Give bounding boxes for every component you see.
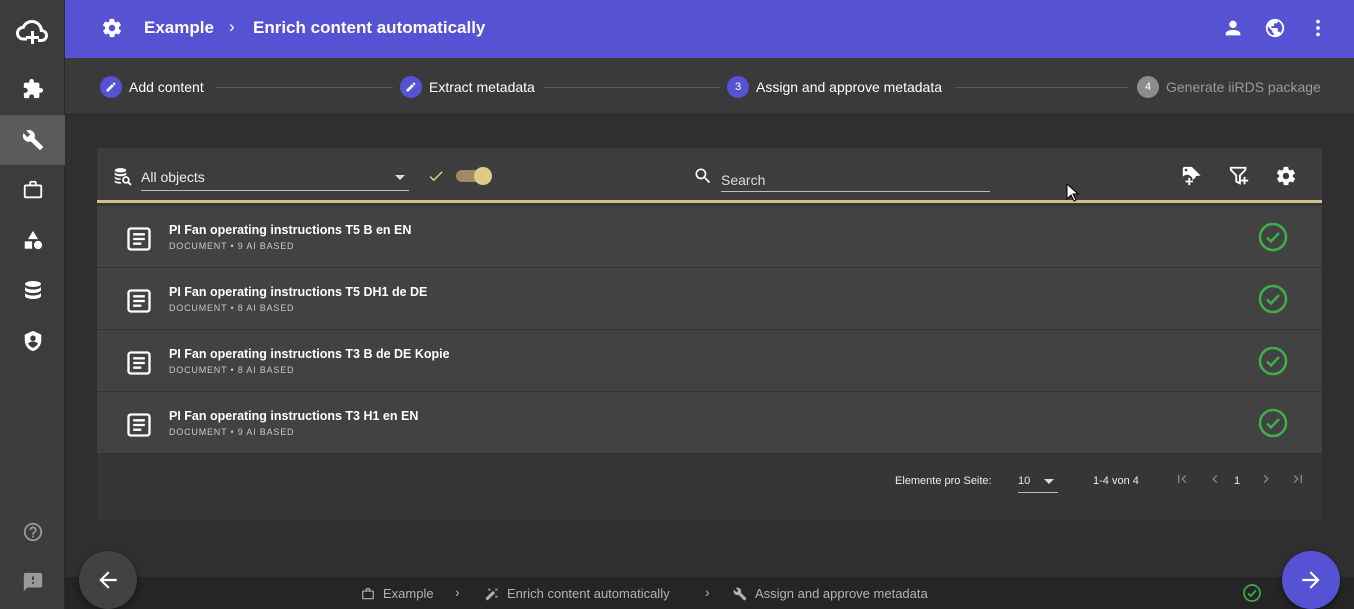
search-input[interactable] xyxy=(721,166,990,192)
wrench-icon xyxy=(733,587,747,600)
briefcase-icon xyxy=(362,587,374,599)
edit-icon xyxy=(100,76,122,98)
first-page-icon[interactable] xyxy=(1174,471,1190,487)
item-title: PI Fan operating instructions T3 B de DE… xyxy=(169,347,450,361)
arrow-right-icon xyxy=(1302,571,1320,589)
document-icon xyxy=(127,351,151,375)
database-icon[interactable] xyxy=(0,266,65,316)
step-generate-package[interactable]: 4 Generate iiRDS package xyxy=(1137,76,1321,98)
object-filter-value: All objects xyxy=(141,169,205,185)
last-page-icon[interactable] xyxy=(1290,471,1306,487)
workflow-stepper: Add content Extract metadata 3 Assign an… xyxy=(65,58,1354,115)
breadcrumb-separator: › xyxy=(455,584,460,600)
step-number: 3 xyxy=(727,76,749,98)
step-label: Extract metadata xyxy=(429,79,535,95)
briefcase-icon[interactable] xyxy=(0,165,65,215)
list-item[interactable]: PI Fan operating instructions T3 B de DE… xyxy=(97,330,1322,392)
step-connector xyxy=(216,87,393,88)
breadcrumb-label: Assign and approve metadata xyxy=(755,586,928,601)
breadcrumb-label: Example xyxy=(383,586,434,601)
search-icon xyxy=(695,168,711,184)
help-icon[interactable] xyxy=(0,507,65,557)
breadcrumb-project[interactable]: Example xyxy=(361,586,434,601)
list-item[interactable]: PI Fan operating instructions T5 B en EN… xyxy=(97,206,1322,268)
breadcrumb-label: Enrich content automatically xyxy=(507,586,670,601)
cloud-add-icon[interactable] xyxy=(0,0,65,64)
step-extract-metadata[interactable]: Extract metadata xyxy=(400,76,535,98)
page-size-value: 10 xyxy=(1018,475,1031,487)
more-vert-icon[interactable] xyxy=(1307,17,1329,39)
account-icon[interactable] xyxy=(1222,17,1244,39)
list-item[interactable]: PI Fan operating instructions T5 DH1 de … xyxy=(97,268,1322,330)
breadcrumb-current-step: Assign and approve metadata xyxy=(733,586,928,601)
header-project-link[interactable]: Example xyxy=(144,18,214,38)
step-connector xyxy=(544,87,720,88)
breadcrumb-separator: › xyxy=(705,584,710,600)
object-filter-select[interactable]: All objects xyxy=(141,166,409,191)
document-icon xyxy=(127,413,151,437)
check-circle-icon xyxy=(1243,584,1261,602)
next-page-icon[interactable] xyxy=(1258,471,1274,487)
item-title: PI Fan operating instructions T5 B en EN xyxy=(169,223,412,237)
item-title: PI Fan operating instructions T5 DH1 de … xyxy=(169,285,428,299)
chevron-down-icon xyxy=(1044,479,1054,484)
settings-gear-icon[interactable] xyxy=(1275,165,1297,187)
item-subtitle: DOCUMENT • 9 AI BASED xyxy=(169,427,295,437)
document-icon xyxy=(127,289,151,313)
check-icon xyxy=(429,171,443,182)
list-item[interactable]: PI Fan operating instructions T3 H1 en E… xyxy=(97,392,1322,454)
chevron-down-icon xyxy=(395,175,405,180)
approved-toggle[interactable] xyxy=(456,167,492,185)
check-circle-icon[interactable] xyxy=(1258,346,1288,376)
wrench-icon[interactable] xyxy=(0,115,65,165)
item-subtitle: DOCUMENT • 8 AI BASED xyxy=(169,303,295,313)
breadcrumb-workflow[interactable]: Enrich content automatically xyxy=(485,586,670,601)
check-circle-icon[interactable] xyxy=(1258,408,1288,438)
back-button[interactable] xyxy=(79,551,137,609)
step-assign-approve[interactable]: 3 Assign and approve metadata xyxy=(727,76,942,98)
step-number: 4 xyxy=(1137,76,1159,98)
extensions-icon[interactable] xyxy=(0,64,65,114)
step-connector xyxy=(955,87,1128,88)
check-circle-icon[interactable] xyxy=(1258,222,1288,252)
bottom-breadcrumb: Example › Enrich content automatically ›… xyxy=(65,577,1354,609)
security-shield-icon[interactable] xyxy=(0,316,65,366)
page-size-label: Elemente pro Seite: xyxy=(895,475,992,487)
edit-icon xyxy=(400,76,422,98)
shapes-icon[interactable] xyxy=(0,215,65,265)
page-size-select[interactable]: 10 xyxy=(1018,473,1058,493)
item-title: PI Fan operating instructions T3 H1 en E… xyxy=(169,409,419,423)
step-label: Assign and approve metadata xyxy=(756,79,943,95)
next-button[interactable] xyxy=(1282,551,1340,609)
step-add-content[interactable]: Add content xyxy=(100,76,204,98)
page-title: Enrich content automatically xyxy=(253,18,486,37)
item-subtitle: DOCUMENT • 9 AI BASED xyxy=(169,241,295,251)
step-label: Generate iiRDS package xyxy=(1166,79,1321,95)
filter-add-icon[interactable] xyxy=(1228,165,1250,187)
app-header: Example › Enrich content automatically xyxy=(65,0,1354,58)
check-circle-icon[interactable] xyxy=(1258,284,1288,314)
mouse-cursor-icon xyxy=(1066,183,1079,202)
gear-icon[interactable] xyxy=(101,17,123,39)
paginator: Elemente pro Seite: 10 1-4 von 4 1 xyxy=(97,455,1322,505)
item-subtitle: DOCUMENT • 8 AI BASED xyxy=(169,365,295,375)
globe-icon[interactable] xyxy=(1264,17,1286,39)
feedback-icon[interactable] xyxy=(0,557,65,607)
database-search-icon xyxy=(114,168,132,186)
magic-wand-icon xyxy=(485,587,498,600)
toggle-knob xyxy=(474,167,492,185)
tag-add-icon[interactable] xyxy=(1181,165,1203,187)
previous-page-icon[interactable] xyxy=(1207,471,1223,487)
document-icon xyxy=(127,227,151,251)
header-separator: › xyxy=(229,17,235,36)
current-page: 1 xyxy=(1234,475,1241,487)
step-label: Add content xyxy=(129,79,204,95)
content-card: All objects PI Fan operating instruction… xyxy=(97,148,1322,520)
page-range: 1-4 von 4 xyxy=(1093,475,1139,487)
arrow-left-icon xyxy=(99,571,117,589)
sidebar xyxy=(0,0,65,609)
list-toolbar: All objects xyxy=(97,148,1322,203)
